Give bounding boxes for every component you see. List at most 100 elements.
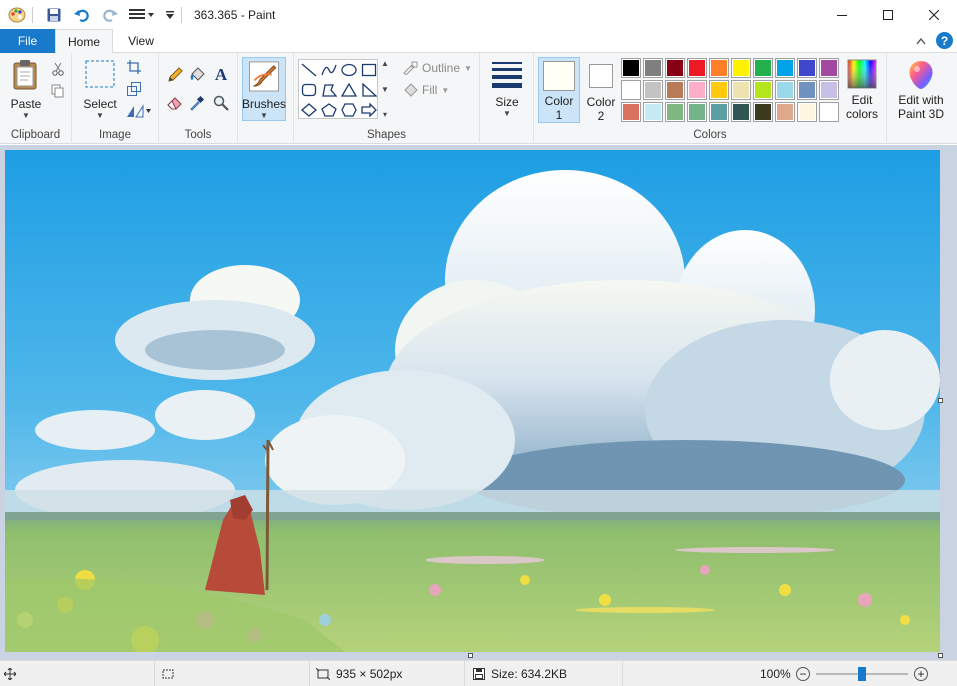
palette-swatch[interactable] (775, 58, 795, 78)
line-shape-icon[interactable] (299, 60, 319, 80)
palette-swatch[interactable] (775, 80, 795, 100)
shapes-scroll[interactable]: ▲ ▼ ▾ (380, 59, 390, 119)
palette-swatch[interactable] (753, 58, 773, 78)
brushes-button[interactable]: Brushes ▼ (242, 57, 286, 121)
pentagon-shape-icon[interactable] (319, 100, 339, 120)
color-1-button[interactable]: Color 1 (538, 57, 580, 123)
edit-colors-button[interactable]: Edit colors (840, 57, 884, 123)
text-icon[interactable]: A (211, 65, 231, 85)
shapes-group: ▲ ▼ ▾ Outline ▼ Fill ▼ Shapes (294, 53, 480, 144)
zoom-slider[interactable] (816, 667, 908, 681)
palette-swatch[interactable] (819, 80, 839, 100)
pencil-icon[interactable] (165, 65, 185, 85)
palette-swatch[interactable] (621, 80, 641, 100)
tab-home[interactable]: Home (55, 29, 113, 54)
rectangle-shape-icon[interactable] (359, 60, 379, 80)
canvas-resize-handle-bottom[interactable] (468, 653, 473, 658)
palette-swatch[interactable] (665, 102, 685, 122)
close-button[interactable] (911, 0, 957, 29)
paste-label: Paste (10, 97, 42, 111)
maximize-button[interactable] (865, 0, 911, 29)
eraser-icon[interactable] (165, 93, 185, 113)
palette-swatch[interactable] (709, 102, 729, 122)
brush-icon (248, 61, 280, 92)
color-picker-icon[interactable] (187, 93, 207, 113)
palette-swatch-color (667, 82, 683, 98)
select-label: Select (83, 97, 117, 111)
outline-icon (403, 61, 418, 75)
redo-icon[interactable] (99, 4, 121, 26)
fill-bucket-icon[interactable] (187, 65, 207, 85)
minimize-button[interactable] (819, 0, 865, 29)
palette-swatch[interactable] (797, 80, 817, 100)
zoom-out-button[interactable]: − (796, 667, 810, 681)
rotate-icon[interactable] (124, 101, 154, 121)
palette-swatch-color (645, 60, 661, 76)
palette-swatch[interactable] (643, 102, 663, 122)
palette-swatch-color (667, 60, 683, 76)
paste-button[interactable]: Paste ▼ (6, 59, 46, 120)
collapse-ribbon-icon[interactable] (916, 37, 926, 45)
tab-view[interactable]: View (113, 29, 169, 53)
tab-file[interactable]: File (0, 29, 55, 53)
chevron-up-icon[interactable]: ▲ (381, 59, 389, 68)
palette-swatch[interactable] (665, 58, 685, 78)
customize-toolbar-icon[interactable] (127, 4, 157, 26)
zoom-slider-thumb[interactable] (858, 667, 866, 681)
palette-swatch[interactable] (709, 80, 729, 100)
select-button[interactable]: Select ▼ (80, 59, 120, 120)
palette-swatch[interactable] (643, 58, 663, 78)
palette-swatch[interactable] (687, 58, 707, 78)
hexagon-shape-icon[interactable] (339, 100, 359, 120)
cut-icon[interactable] (48, 59, 68, 79)
ribbon: Paste ▼ Clipboard Select ▼ Image A Tools… (0, 53, 957, 144)
zoom-in-button[interactable]: + (914, 667, 928, 681)
size-button[interactable]: Size ▼ (486, 59, 528, 118)
palette-swatch[interactable] (621, 102, 641, 122)
help-icon[interactable]: ? (936, 32, 953, 49)
palette-swatch[interactable] (731, 58, 751, 78)
palette-swatch[interactable] (621, 58, 641, 78)
drawing-canvas[interactable] (5, 150, 940, 652)
polygon-shape-icon[interactable] (319, 80, 339, 100)
palette-swatch[interactable] (687, 80, 707, 100)
paint-app-icon[interactable] (6, 4, 28, 26)
right-triangle-shape-icon[interactable] (359, 80, 379, 100)
outline-dropdown[interactable]: Outline ▼ (402, 61, 472, 75)
palette-swatch[interactable] (753, 80, 773, 100)
edit-with-paint3d-button[interactable]: Edit with Paint 3D (893, 57, 949, 123)
palette-swatch[interactable] (753, 102, 773, 122)
palette-swatch[interactable] (709, 58, 729, 78)
color-2-button[interactable]: Color 2 (580, 57, 622, 123)
palette-swatch[interactable] (797, 102, 817, 122)
quick-access-dropdown-icon[interactable] (163, 4, 177, 26)
resize-icon[interactable] (124, 79, 144, 99)
triangle-shape-icon[interactable] (339, 80, 359, 100)
undo-icon[interactable] (71, 4, 93, 26)
save-icon[interactable] (43, 4, 65, 26)
canvas-resize-handle-right[interactable] (938, 398, 943, 403)
chevron-down-icon[interactable]: ▼ (381, 85, 389, 94)
canvas-resize-handle-corner[interactable] (938, 653, 943, 658)
curve-shape-icon[interactable] (319, 60, 339, 80)
palette-swatch[interactable] (819, 58, 839, 78)
palette-swatch[interactable] (731, 102, 751, 122)
more-shapes-icon[interactable]: ▾ (383, 110, 387, 119)
palette-swatch[interactable] (775, 102, 795, 122)
palette-swatch-color (711, 82, 727, 98)
rounded-rectangle-shape-icon[interactable] (299, 80, 319, 100)
oval-shape-icon[interactable] (339, 60, 359, 80)
palette-swatch-color (623, 82, 639, 98)
palette-swatch[interactable] (643, 80, 663, 100)
palette-swatch[interactable] (731, 80, 751, 100)
diamond-shape-icon[interactable] (299, 100, 319, 120)
fill-dropdown[interactable]: Fill ▼ (402, 83, 449, 97)
crop-icon[interactable] (124, 57, 144, 77)
arrow-shape-icon[interactable] (359, 100, 379, 120)
palette-swatch[interactable] (665, 80, 685, 100)
copy-icon[interactable] (48, 81, 68, 101)
palette-swatch[interactable] (797, 58, 817, 78)
palette-swatch[interactable] (819, 102, 839, 122)
palette-swatch[interactable] (687, 102, 707, 122)
magnifier-icon[interactable] (211, 93, 231, 113)
